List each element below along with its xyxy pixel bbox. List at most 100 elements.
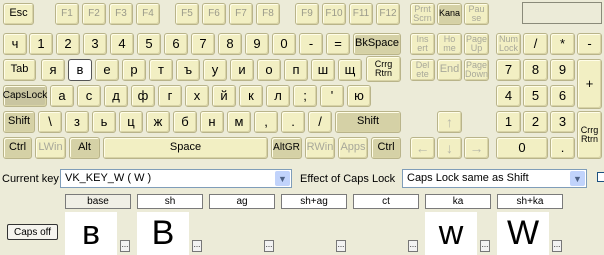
key-num-subtract[interactable]: - [577, 33, 602, 55]
key-s[interactable]: с [77, 85, 101, 107]
key-num-divide[interactable]: / [523, 33, 548, 55]
key-backslash[interactable]: ю [347, 85, 371, 107]
key-h[interactable]: х [185, 85, 209, 107]
option-checkbox[interactable] [597, 172, 604, 182]
key-4[interactable]: 4 [110, 33, 134, 55]
key-f5[interactable]: F5 [175, 3, 199, 25]
key-6[interactable]: 6 [164, 33, 188, 55]
key-5[interactable]: 5 [137, 33, 161, 55]
key-f1[interactable]: F1 [55, 3, 79, 25]
key-c[interactable]: ц [119, 111, 143, 133]
key-arrow-left[interactable]: ← [410, 137, 435, 159]
edit-sh-ag-button[interactable]: ... [336, 240, 346, 252]
edit-base-button[interactable]: ... [120, 240, 130, 252]
key-right-ctrl[interactable]: Ctrl [371, 137, 401, 159]
key-right-win[interactable]: RWin [305, 137, 335, 159]
key-o[interactable]: о [257, 59, 281, 81]
key-x[interactable]: ь [92, 111, 116, 133]
key-num-7[interactable]: 7 [496, 59, 521, 81]
key-num-multiply[interactable]: * [550, 33, 575, 55]
caps-off-button[interactable]: Caps off [7, 224, 58, 240]
key-f3[interactable]: F3 [109, 3, 133, 25]
key-esc[interactable]: Esc [3, 3, 34, 25]
key-u[interactable]: у [203, 59, 227, 81]
edit-ka-button[interactable]: ... [480, 240, 490, 252]
key-print-screen[interactable]: Prnt Scrn [410, 3, 435, 25]
key-p[interactable]: п [284, 59, 308, 81]
key-arrow-up[interactable]: ↑ [437, 111, 462, 133]
tab-sh-ka[interactable]: sh+ka [497, 194, 563, 209]
key-left-win[interactable]: LWin [35, 137, 66, 159]
key-num-4[interactable]: 4 [496, 85, 521, 107]
key-arrow-down[interactable]: ↓ [437, 137, 462, 159]
key-alt[interactable]: Alt [69, 137, 100, 159]
key-page-up[interactable]: Page Up [464, 33, 489, 55]
key-caps-lock[interactable]: CapsLock [3, 85, 47, 107]
edit-ct-button[interactable]: ... [408, 240, 418, 252]
key-a[interactable]: а [50, 85, 74, 107]
key-1[interactable]: 1 [29, 33, 53, 55]
key-left-ctrl[interactable]: Ctrl [3, 137, 32, 159]
key-9[interactable]: 9 [245, 33, 269, 55]
key-num-2[interactable]: 2 [523, 111, 548, 133]
key-q[interactable]: я [41, 59, 65, 81]
tab-sh-ag[interactable]: sh+ag [281, 194, 347, 209]
key-i[interactable]: и [230, 59, 254, 81]
key-apps[interactable]: Apps [338, 137, 368, 159]
key-7[interactable]: 7 [191, 33, 215, 55]
key-left-bracket[interactable]: ш [311, 59, 335, 81]
key-b[interactable]: б [173, 111, 197, 133]
key-num-decimal[interactable]: . [550, 137, 575, 159]
key-f2[interactable]: F2 [82, 3, 106, 25]
key-g[interactable]: г [158, 85, 182, 107]
tab-sh[interactable]: sh [137, 194, 203, 209]
key-num-lock[interactable]: Num Lock [496, 33, 521, 55]
key-enter[interactable]: Crrg Rtrn [366, 56, 401, 82]
key-pause[interactable]: Pau se [464, 3, 489, 25]
key-0[interactable]: 0 [272, 33, 296, 55]
key-2[interactable]: 2 [56, 33, 80, 55]
key-page-down[interactable]: Page Down [464, 59, 489, 81]
key-f7[interactable]: F7 [229, 3, 253, 25]
key-num-0[interactable]: 0 [496, 137, 548, 159]
tab-ag[interactable]: ag [209, 194, 275, 209]
key-r[interactable]: р [122, 59, 146, 81]
key-m[interactable]: м [227, 111, 251, 133]
key-l[interactable]: л [266, 85, 290, 107]
key-home[interactable]: Ho me [437, 33, 462, 55]
key-f12[interactable]: F12 [376, 3, 400, 25]
key-t[interactable]: т [149, 59, 173, 81]
key-quote[interactable]: ' [320, 85, 344, 107]
key-kana[interactable]: Kana [437, 3, 462, 25]
key-num-8[interactable]: 8 [523, 59, 548, 81]
current-key-select[interactable]: VK_KEY_W ( W ) ▼ [60, 169, 292, 188]
key-num-enter[interactable]: Crrg Rtrn [577, 111, 602, 159]
key-num-9[interactable]: 9 [550, 59, 575, 81]
key-j[interactable]: й [212, 85, 236, 107]
key-comma[interactable]: , [254, 111, 278, 133]
edit-sh-button[interactable]: ... [192, 240, 202, 252]
key-num-3[interactable]: 3 [550, 111, 575, 133]
key-tab[interactable]: Tab [3, 59, 36, 81]
key-num-6[interactable]: 6 [550, 85, 575, 107]
key-right-shift[interactable]: Shift [335, 111, 401, 133]
key-e[interactable]: е [95, 59, 119, 81]
key-num-add[interactable]: + [577, 59, 602, 109]
key-end[interactable]: End [437, 59, 462, 81]
chevron-down-icon[interactable]: ▼ [570, 171, 585, 186]
key-right-bracket[interactable]: щ [338, 59, 362, 81]
edit-sh-ka-button[interactable]: ... [552, 240, 562, 252]
key-grave[interactable]: ч [3, 33, 27, 55]
key-f10[interactable]: F10 [322, 3, 346, 25]
key-z[interactable]: з [65, 111, 89, 133]
key-semicolon[interactable]: ; [293, 85, 317, 107]
key-k[interactable]: к [239, 85, 263, 107]
key-w[interactable]: в [68, 59, 92, 81]
key-delete[interactable]: Del ete [410, 59, 435, 81]
key-altgr[interactable]: AltGR [271, 137, 302, 159]
key-3[interactable]: 3 [83, 33, 107, 55]
key-y[interactable]: ъ [176, 59, 200, 81]
key-space[interactable]: Space [103, 137, 268, 159]
key-minus[interactable]: - [299, 33, 323, 55]
key-f8[interactable]: F8 [256, 3, 280, 25]
